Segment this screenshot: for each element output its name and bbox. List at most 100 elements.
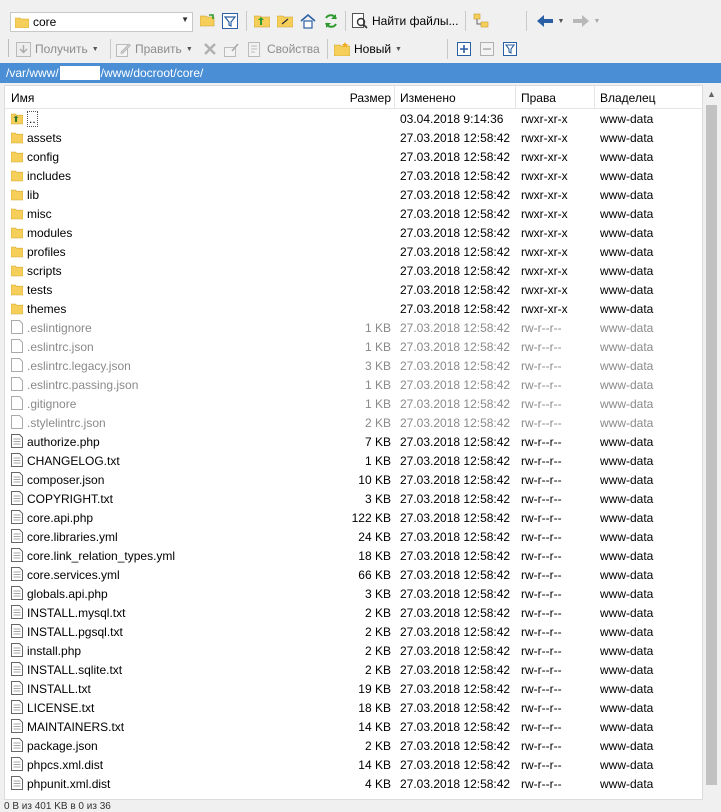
column-header-owner[interactable]: Владелец (600, 91, 656, 105)
table-row[interactable]: .gitignore 1 KB 27.03.2018 12:58:42 rw-r--r… (5, 394, 702, 413)
file-name: includes (27, 169, 72, 183)
forward-history-dropdown[interactable]: ▼ (591, 11, 603, 31)
table-row[interactable]: INSTALL.pgsql.txt 2 KB 27.03.2018 12:58:42… (5, 622, 702, 641)
properties-button[interactable]: Свойства (248, 39, 320, 59)
folder-combo[interactable]: core ▼ (10, 12, 193, 32)
root-dir-button[interactable] (275, 11, 295, 31)
table-row[interactable]: INSTALL.txt 19 KB 27.03.2018 12:58:42 rw-r-… (5, 679, 702, 698)
file-name: MAINTAINERS.txt (27, 720, 125, 734)
tree-button[interactable] (471, 11, 491, 31)
get-button[interactable]: Получить ▼ (16, 39, 99, 59)
table-row[interactable]: INSTALL.sqlite.txt 2 KB 27.03.2018 12:58:4… (5, 660, 702, 679)
delete-button[interactable] (200, 39, 220, 59)
file-icon (11, 605, 23, 619)
table-row[interactable]: core.link_relation_types.yml 18 KB 27.03.2… (5, 546, 702, 565)
vertical-scrollbar[interactable]: ▲ (703, 85, 720, 800)
table-row[interactable]: MAINTAINERS.txt 14 KB 27.03.2018 12:58:42 r… (5, 717, 702, 736)
table-row[interactable]: .stylelintrc.json 2 KB 27.03.2018 12:58:42… (5, 413, 702, 432)
column-header-name[interactable]: Имя (11, 91, 34, 105)
file-list[interactable]: ^ Имя Размер Изменено Права Владелец .. 0… (4, 85, 703, 800)
file-rights: rw-r--r-- (521, 359, 562, 373)
column-divider[interactable] (515, 86, 516, 108)
select-button[interactable] (454, 39, 474, 59)
table-row[interactable]: .. 03.04.2018 9:14:36 rwxr-xr-x www-data (5, 109, 702, 128)
file-size: 14 KB (358, 758, 391, 772)
table-row[interactable]: tests 27.03.2018 12:58:42 rwxr-xr-x www-dat… (5, 280, 702, 299)
column-header-size[interactable]: Размер (350, 91, 391, 105)
file-rights: rw-r--r-- (521, 777, 562, 791)
unselect-button[interactable] (477, 39, 497, 59)
rename-button[interactable] (222, 39, 242, 59)
file-owner: www-data (600, 492, 654, 506)
home-button[interactable] (298, 11, 318, 31)
table-row[interactable]: INSTALL.mysql.txt 2 KB 27.03.2018 12:58:42… (5, 603, 702, 622)
table-row[interactable]: .eslintrc.json 1 KB 27.03.2018 12:58:42 rw-… (5, 337, 702, 356)
file-rights: rw-r--r-- (521, 739, 562, 753)
table-row[interactable]: CHANGELOG.txt 1 KB 27.03.2018 12:58:42 rw-r… (5, 451, 702, 470)
file-rights: rw-r--r-- (521, 492, 562, 506)
table-row[interactable]: phpunit.xml.dist 4 KB 27.03.2018 12:58:42 r… (5, 774, 702, 793)
find-files-button[interactable]: Найти файлы... (352, 11, 458, 31)
file-owner: www-data (600, 416, 654, 430)
file-rights: rw-r--r-- (521, 682, 562, 696)
table-row[interactable]: includes 27.03.2018 12:58:42 rwxr-xr-x www-… (5, 166, 702, 185)
table-row[interactable]: profiles 27.03.2018 12:58:42 rwxr-xr-x www-… (5, 242, 702, 261)
table-row[interactable]: .eslintrc.legacy.json 3 KB 27.03.2018 12:5… (5, 356, 702, 375)
table-row[interactable]: globals.api.php 3 KB 27.03.2018 12:58:42 rw… (5, 584, 702, 603)
forward-button[interactable] (571, 11, 591, 31)
file-size: 2 KB (364, 644, 391, 658)
table-row[interactable]: .eslintrc.passing.json 1 KB 27.03.2018 12:… (5, 375, 702, 394)
column-header-rights[interactable]: Права (521, 91, 556, 105)
back-history-dropdown[interactable]: ▼ (555, 11, 567, 31)
delete-icon (204, 43, 216, 55)
file-icon (11, 586, 23, 600)
table-row[interactable]: phpcs.xml.dist 14 KB 27.03.2018 12:58:42 rw… (5, 755, 702, 774)
file-rights: rw-r--r-- (521, 568, 562, 582)
new-folder-icon (334, 42, 350, 56)
table-row[interactable]: config 27.03.2018 12:58:42 rwxr-xr-x www-da… (5, 147, 702, 166)
file-owner: www-data (600, 682, 654, 696)
new-button[interactable]: Новый ▼ (334, 39, 402, 59)
table-row[interactable]: install.php 2 KB 27.03.2018 12:58:42 rw-r--… (5, 641, 702, 660)
table-row[interactable]: lib 27.03.2018 12:58:42 rwxr-xr-x www-data (5, 185, 702, 204)
scroll-up-icon[interactable]: ▲ (707, 89, 716, 99)
table-row[interactable]: core.api.php 122 KB 27.03.2018 12:58:42 rw-… (5, 508, 702, 527)
table-row[interactable]: modules 27.03.2018 12:58:42 rwxr-xr-x www-d… (5, 223, 702, 242)
table-row[interactable]: core.services.yml 66 KB 27.03.2018 12:58:4… (5, 565, 702, 584)
table-row[interactable]: assets 27.03.2018 12:58:42 rwxr-xr-x www-da… (5, 128, 702, 147)
table-row[interactable]: package.json 2 KB 27.03.2018 12:58:42 rw-r-… (5, 736, 702, 755)
table-row[interactable]: misc 27.03.2018 12:58:42 rwxr-xr-x www-data (5, 204, 702, 223)
file-name: tests (27, 283, 53, 297)
file-size: 2 KB (364, 663, 391, 677)
file-owner: www-data (600, 758, 654, 772)
file-modified: 27.03.2018 12:58:42 (400, 492, 511, 506)
edit-button[interactable]: Править ▼ (116, 39, 193, 59)
path-bar[interactable]: /var/www/ /www/docroot/core/ (0, 63, 721, 83)
file-size: 2 KB (364, 606, 391, 620)
table-row[interactable]: authorize.php 7 KB 27.03.2018 12:58:42 rw-r… (5, 432, 702, 451)
file-modified: 27.03.2018 12:58:42 (400, 283, 511, 297)
column-divider[interactable] (394, 86, 395, 108)
open-folder-button[interactable] (198, 11, 218, 31)
column-header-modified[interactable]: Изменено (400, 91, 456, 105)
table-row[interactable]: composer.json 10 KB 27.03.2018 12:58:42 rw-… (5, 470, 702, 489)
table-row[interactable]: COPYRIGHT.txt 3 KB 27.03.2018 12:58:42 rw-r… (5, 489, 702, 508)
file-name: modules (27, 226, 73, 240)
table-row[interactable]: themes 27.03.2018 12:58:42 rwxr-xr-x www-da… (5, 299, 702, 318)
table-row[interactable]: .eslintignore 1 KB 27.03.2018 12:58:42 rw-r… (5, 318, 702, 337)
chevron-down-icon: ▼ (181, 15, 189, 24)
column-header-row: ^ Имя Размер Изменено Права Владелец (5, 86, 702, 109)
table-row[interactable]: core.libraries.yml 24 KB 27.03.2018 12:58:… (5, 527, 702, 546)
scroll-thumb[interactable] (706, 105, 717, 785)
file-name: assets (27, 131, 62, 145)
column-divider[interactable] (594, 86, 595, 108)
filter-button[interactable] (220, 11, 240, 31)
file-rights: rw-r--r-- (521, 378, 562, 392)
filter-select-button[interactable] (500, 39, 520, 59)
filter-icon (503, 42, 517, 56)
back-button[interactable] (535, 11, 555, 31)
table-row[interactable]: scripts 27.03.2018 12:58:42 rwxr-xr-x www-d… (5, 261, 702, 280)
refresh-button[interactable] (321, 11, 341, 31)
table-row[interactable]: LICENSE.txt 18 KB 27.03.2018 12:58:42 rw-r-… (5, 698, 702, 717)
parent-dir-button[interactable] (252, 11, 272, 31)
